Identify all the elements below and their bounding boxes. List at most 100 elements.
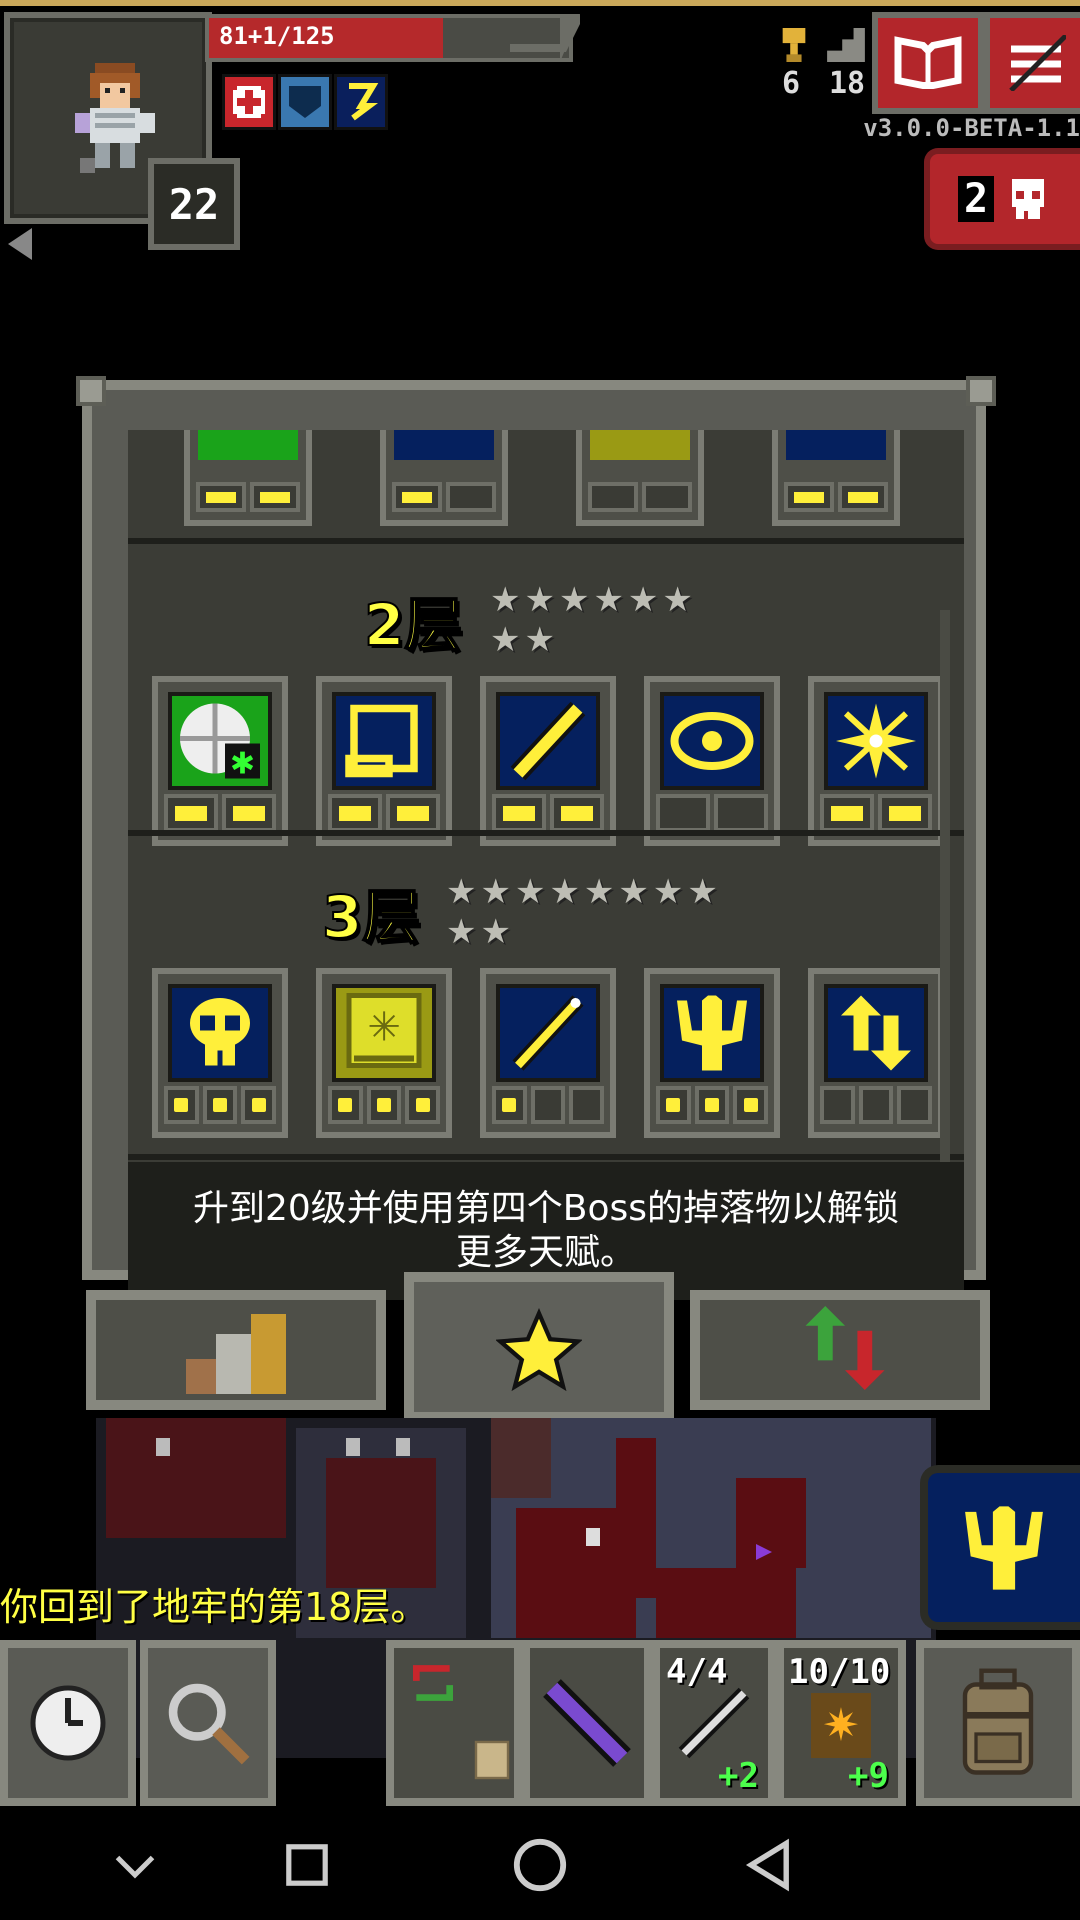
ghost-sprite: [586, 1528, 600, 1546]
talent-point: [569, 1086, 605, 1124]
wand-charges: 4/4: [666, 1652, 728, 1692]
spellbook-icon: ✳: [332, 984, 436, 1082]
talent-slot[interactable]: [644, 676, 780, 846]
talent-point: [366, 1086, 402, 1124]
stats-icon: [186, 1314, 286, 1394]
menu-button[interactable]: [984, 12, 1080, 114]
trident-icon: [660, 984, 764, 1082]
talents-window: 2层 ★★★★★★ ★★ ✱ 3层 ★★★★★★★★ ★★ ✳ 升到20级并使用…: [82, 380, 986, 1300]
exp-bar-tail: [510, 14, 580, 52]
quick-spell-button[interactable]: [920, 1465, 1080, 1630]
tier1-row-partial: [184, 430, 964, 530]
talent-point: [550, 794, 604, 832]
talent-slot[interactable]: [184, 430, 312, 526]
nav-back-button[interactable]: [735, 1830, 805, 1900]
talent-point: [386, 794, 440, 832]
quickslot-2[interactable]: 4/4 +2: [652, 1640, 776, 1806]
talent-point: [250, 482, 300, 512]
tier2-title: 2层: [363, 590, 463, 660]
wand-upgrade-level: +2: [718, 1756, 759, 1796]
talent-point: [222, 794, 276, 832]
sparkle-icon: [824, 692, 928, 790]
talent-point: [328, 794, 382, 832]
talent-point: [656, 1086, 691, 1124]
quickslot-3[interactable]: 10/10 ✷ +9: [776, 1640, 906, 1806]
talent-point: [196, 482, 246, 512]
stairs-icon: [826, 28, 866, 62]
trident-icon: [965, 1505, 1043, 1590]
menu-icon: [1009, 35, 1066, 91]
search-button[interactable]: [140, 1640, 276, 1806]
artifact-charges: 10/10: [788, 1652, 891, 1692]
talent-slot[interactable]: [480, 676, 616, 846]
danger-count: 2: [957, 176, 995, 222]
magic-staff-icon: [496, 984, 600, 1082]
talent-slot[interactable]: [316, 676, 452, 846]
clock-icon: [30, 1685, 106, 1761]
svg-text:✱: ✱: [230, 747, 255, 782]
fury-buff-icon[interactable]: [334, 74, 388, 130]
talent-slot[interactable]: [480, 968, 616, 1138]
danger-indicator[interactable]: 2: [924, 148, 1080, 250]
purple-wand-icon: [543, 1679, 631, 1767]
talent-icon-partial: [786, 430, 886, 460]
trophy-icon: [774, 28, 814, 62]
talent-slot[interactable]: [152, 968, 288, 1138]
talent-slot[interactable]: ✱: [152, 676, 288, 846]
journal-button[interactable]: [872, 12, 984, 114]
tier-divider: [128, 538, 964, 544]
quickslot-swap[interactable]: [386, 1640, 522, 1806]
backpack-button[interactable]: [916, 1640, 1080, 1806]
talent-slot[interactable]: ✳: [316, 968, 452, 1138]
talent-icon-partial: [394, 430, 494, 460]
upgrades-tab[interactable]: [690, 1290, 990, 1410]
shield-buff-icon[interactable]: [278, 74, 332, 130]
wait-button[interactable]: [0, 1640, 136, 1806]
magnifier-icon: [168, 1683, 250, 1765]
eye-icon: [660, 692, 764, 790]
talent-slot[interactable]: [808, 968, 944, 1138]
talent-point: [588, 482, 638, 512]
unlock-hint-line1: 升到20级并使用第四个Boss的掉落物以解锁: [192, 1188, 900, 1229]
tier2-stars: ★★★★★★: [490, 580, 697, 620]
nav-recents-button[interactable]: [272, 1830, 342, 1900]
talent-point: [530, 1086, 566, 1124]
talent-slot[interactable]: [808, 676, 944, 846]
talent-point: [492, 794, 546, 832]
talent-point: [642, 482, 692, 512]
talent-slot[interactable]: [644, 968, 780, 1138]
chevron-down-icon: [115, 1855, 155, 1879]
talent-point: [838, 482, 888, 512]
backpack-icon: [962, 1668, 1034, 1775]
stats-tab[interactable]: [86, 1290, 386, 1410]
square-icon: [286, 1844, 328, 1886]
talents-panel: 2层 ★★★★★★ ★★ ✱ 3层 ★★★★★★★★ ★★ ✳: [128, 430, 964, 1300]
tier3-stars-row2: ★★: [446, 912, 515, 952]
talent-slot[interactable]: [576, 430, 704, 526]
talent-point: [784, 482, 834, 512]
talent-slot[interactable]: [772, 430, 900, 526]
first-aid-buff-icon[interactable]: [222, 74, 276, 130]
talent-point: [164, 794, 218, 832]
version-label: v3.0.0-BETA-1.1: [863, 114, 1080, 142]
talent-point: [202, 1086, 238, 1124]
tier-divider: [128, 1154, 964, 1160]
talents-tab[interactable]: [404, 1272, 674, 1422]
collapse-arrow-icon[interactable]: [8, 228, 32, 260]
gold-count: 6: [781, 66, 801, 101]
nav-home-button[interactable]: [505, 1830, 575, 1900]
nav-hide-button[interactable]: [100, 1830, 170, 1900]
toolbar: 4/4 +2 10/10 ✷ +9: [0, 1640, 1080, 1810]
depth-count: 18: [828, 66, 866, 101]
tier2-stars-row2: ★★: [490, 620, 559, 660]
talent-point: [820, 794, 874, 832]
hero-level-badge: 22: [148, 158, 240, 250]
white-shield-icon: ✱: [168, 692, 272, 790]
talent-icon-partial: [590, 430, 690, 460]
swap-icon: [413, 1665, 453, 1701]
talent-icon-partial: [198, 430, 298, 460]
tier3-stars: ★★★★★★★★: [446, 872, 722, 912]
quickslot-1[interactable]: [522, 1640, 652, 1806]
talent-slot[interactable]: [380, 430, 508, 526]
talent-point: [328, 1086, 363, 1124]
